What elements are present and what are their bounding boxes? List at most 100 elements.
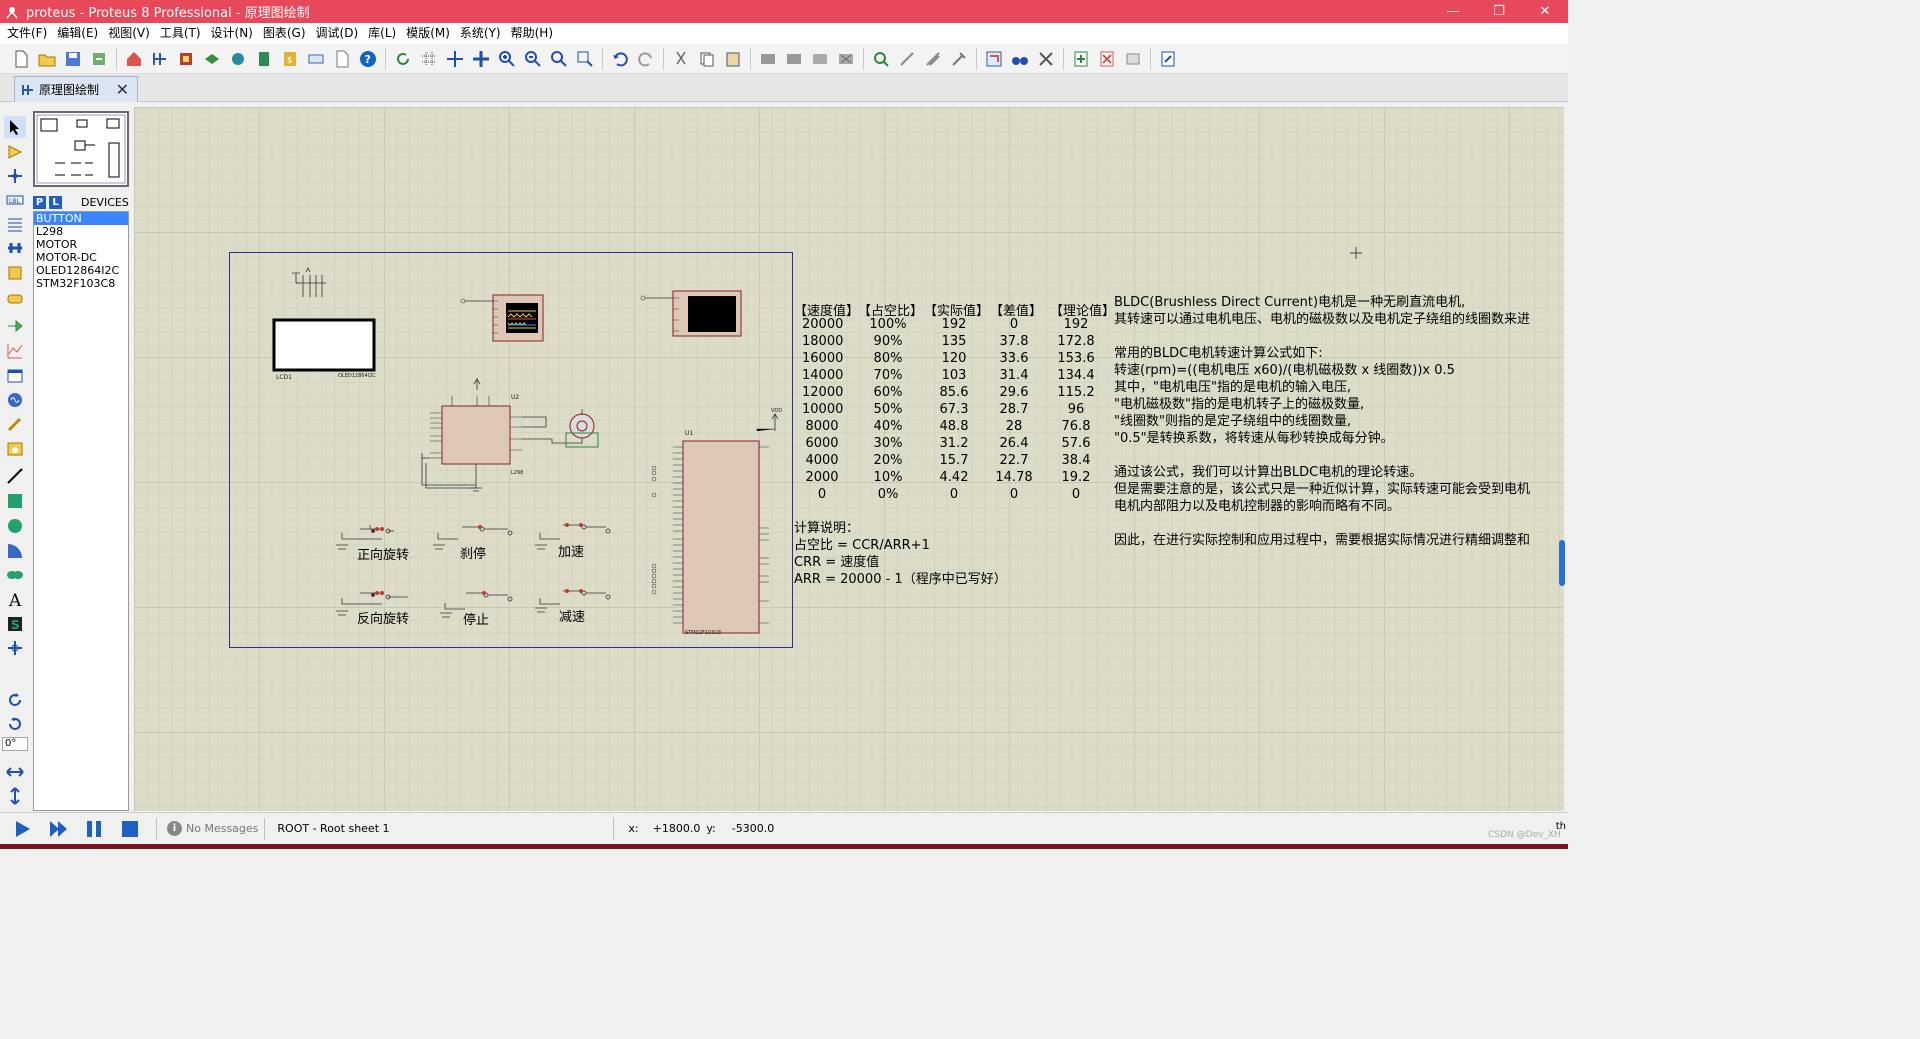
exit-to-parent-icon[interactable] [1122,48,1144,70]
graph-icon[interactable] [4,340,26,362]
box-tool-icon[interactable] [4,490,26,512]
minimize-button[interactable]: — [1430,0,1476,23]
messages-indicator[interactable]: i No Messages [167,821,258,836]
menu-graph[interactable]: 图表(G) [258,23,311,44]
tab-close-icon[interactable]: ✕ [116,80,129,99]
source-code-icon[interactable] [305,48,327,70]
restore-button[interactable]: ❐ [1476,0,1522,23]
selection-mode-icon[interactable] [4,116,26,138]
packaging-icon[interactable] [922,48,944,70]
device-item-motor[interactable]: MOTOR [34,238,128,251]
pick-device-icon[interactable] [870,48,892,70]
refresh-icon[interactable] [392,48,414,70]
design-explorer-icon[interactable] [253,48,275,70]
menu-design[interactable]: 设计(N) [206,23,258,44]
decompose-icon[interactable] [948,48,970,70]
pick-devices-button[interactable]: P [33,195,46,209]
stop-simulation-icon[interactable] [118,817,142,841]
device-item-button[interactable]: BUTTON [34,212,128,225]
menu-debug[interactable]: 调试(D) [311,23,364,44]
component-mode-icon[interactable] [4,141,26,163]
device-item-oled[interactable]: OLED12864I2C [34,264,128,277]
new-sheet-icon[interactable] [1070,48,1092,70]
block-delete-icon[interactable] [835,48,857,70]
new-file-icon[interactable] [10,48,32,70]
tape-recorder-icon[interactable] [4,365,26,387]
schematic-canvas[interactable]: LCD1 OLED12864I2C U2 L298 U1 STM32F103C8… [134,107,1564,811]
cut-icon[interactable] [670,48,692,70]
marker-tool-icon[interactable] [4,637,26,659]
mirror-vertical-icon[interactable] [4,785,26,807]
copy-icon[interactable] [696,48,718,70]
run-simulation-icon[interactable] [10,817,34,841]
bus-icon[interactable] [4,237,26,259]
remove-sheet-icon[interactable] [1096,48,1118,70]
text-tool-icon[interactable]: A [4,588,26,610]
rotate-clockwise-icon[interactable] [4,689,26,711]
overview-window[interactable] [33,111,129,187]
block-move-icon[interactable] [783,48,805,70]
zoom-in-icon[interactable] [496,48,518,70]
pcb-icon[interactable] [175,48,197,70]
grid-toggle-icon[interactable] [418,48,440,70]
open-folder-icon[interactable] [36,48,58,70]
home-icon[interactable] [123,48,145,70]
close-project-icon[interactable] [88,48,110,70]
subcircuit-icon[interactable] [4,262,26,284]
menu-template[interactable]: 模版(M) [401,23,455,44]
virtual-instrument-icon[interactable] [4,438,26,460]
help-icon[interactable]: ? [357,48,379,70]
generator-icon[interactable] [4,389,26,411]
symbol-tool-icon[interactable]: S [4,613,26,635]
line-tool-icon[interactable] [4,465,26,487]
electrical-rule-check-icon[interactable] [1157,48,1179,70]
menu-file[interactable]: 文件(F) [2,23,52,44]
menu-edit[interactable]: 编辑(E) [52,23,103,44]
rotate-anticlockwise-icon[interactable] [4,713,26,735]
text-script-icon[interactable] [4,213,26,235]
menu-system[interactable]: 系统(Y) [455,23,506,44]
block-copy-icon[interactable] [757,48,779,70]
rotation-angle-field[interactable]: 0° [2,737,28,751]
wire-label-icon[interactable]: LBL [4,189,26,211]
device-item-motor-dc[interactable]: MOTOR-DC [34,251,128,264]
tab-schematic-capture[interactable]: 原理图绘制 ✕ [14,76,138,102]
3d-view-icon[interactable] [201,48,223,70]
gerber-icon[interactable] [227,48,249,70]
arc-tool-icon[interactable] [4,540,26,562]
path-tool-icon[interactable] [4,564,26,586]
pause-simulation-icon[interactable] [82,817,106,841]
schematic-icon[interactable] [149,48,171,70]
menu-tools[interactable]: 工具(T) [155,23,206,44]
device-pin-icon[interactable] [4,315,26,337]
save-icon[interactable] [62,48,84,70]
pan-icon[interactable] [470,48,492,70]
terminal-icon[interactable] [4,288,26,310]
zoom-out-icon[interactable] [522,48,544,70]
redo-icon[interactable] [635,48,657,70]
zoom-all-icon[interactable] [548,48,570,70]
junction-dot-icon[interactable] [4,165,26,187]
close-button[interactable]: ✕ [1522,0,1568,23]
circle-tool-icon[interactable] [4,515,26,537]
origin-icon[interactable] [444,48,466,70]
device-list[interactable]: BUTTON L298 MOTOR MOTOR-DC OLED12864I2C … [33,211,129,811]
make-device-icon[interactable] [896,48,918,70]
library-manager-button[interactable]: L [49,195,62,209]
property-assign-icon[interactable] [1035,48,1057,70]
bill-of-materials-icon[interactable]: $ [279,48,301,70]
device-item-stm32[interactable]: STM32F103C8 [34,277,128,290]
voltage-probe-icon[interactable] [4,413,26,435]
menu-help[interactable]: 帮助(H) [506,23,558,44]
paste-icon[interactable] [722,48,744,70]
menu-library[interactable]: 库(L) [363,23,401,44]
mirror-horizontal-icon[interactable] [4,761,26,783]
search-tag-icon[interactable] [1009,48,1031,70]
vertical-scrollbar[interactable] [1559,540,1565,586]
block-rotate-icon[interactable] [809,48,831,70]
device-item-l298[interactable]: L298 [34,225,128,238]
menu-view[interactable]: 视图(V) [103,23,155,44]
zoom-area-icon[interactable] [574,48,596,70]
document-icon[interactable] [331,48,353,70]
undo-icon[interactable] [609,48,631,70]
